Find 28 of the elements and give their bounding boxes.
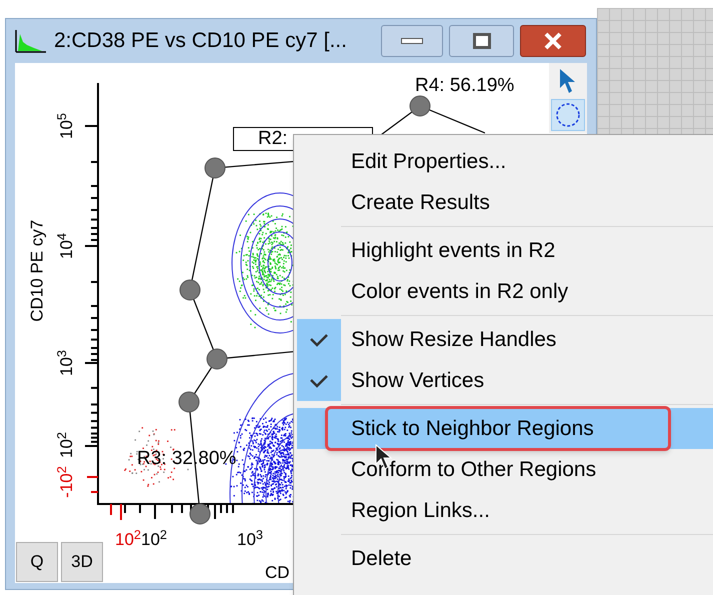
menu-item[interactable]: Stick to Neighbor Regions	[297, 408, 713, 449]
menu-item[interactable]: Create Results	[297, 182, 713, 223]
ellipse-icon	[555, 102, 581, 128]
close-button[interactable]	[520, 25, 586, 57]
region-label: R4: 56.19%	[415, 75, 514, 97]
x-axis-title: CD	[265, 562, 290, 584]
menu-item[interactable]: Region Links...	[297, 490, 713, 531]
x-tick-label: 10$^{2}$	[141, 527, 168, 551]
minimize-button[interactable]	[381, 25, 443, 57]
histogram-icon	[14, 28, 48, 54]
menu-item[interactable]: Color events in R2 only	[297, 271, 713, 312]
window-title: 2:CD38 PE vs CD10 PE cy7 [...	[54, 28, 348, 54]
menu-item[interactable]: Highlight events in R2	[297, 230, 713, 271]
maximize-button[interactable]	[449, 25, 514, 57]
x-tick-label: 10$^{3}$	[237, 527, 264, 551]
view-button[interactable]: 3D	[61, 542, 103, 582]
menu-item[interactable]: Show Vertices	[297, 360, 713, 401]
menu-item[interactable]: Delete	[297, 538, 713, 579]
pointer-icon	[559, 68, 577, 94]
minimize-icon	[401, 38, 423, 44]
ellipse-tool[interactable]	[551, 99, 585, 131]
y-axis-title: CD10 PE cy7	[26, 218, 48, 324]
close-icon	[544, 32, 562, 50]
x-tick-label: 10$^{2}$	[115, 527, 142, 551]
menu-item[interactable]: Show Resize Handles	[297, 319, 713, 360]
maximize-icon	[472, 33, 490, 49]
view-button[interactable]: Q	[16, 542, 58, 582]
menu-item[interactable]: Conform to Other Regions	[297, 449, 713, 490]
